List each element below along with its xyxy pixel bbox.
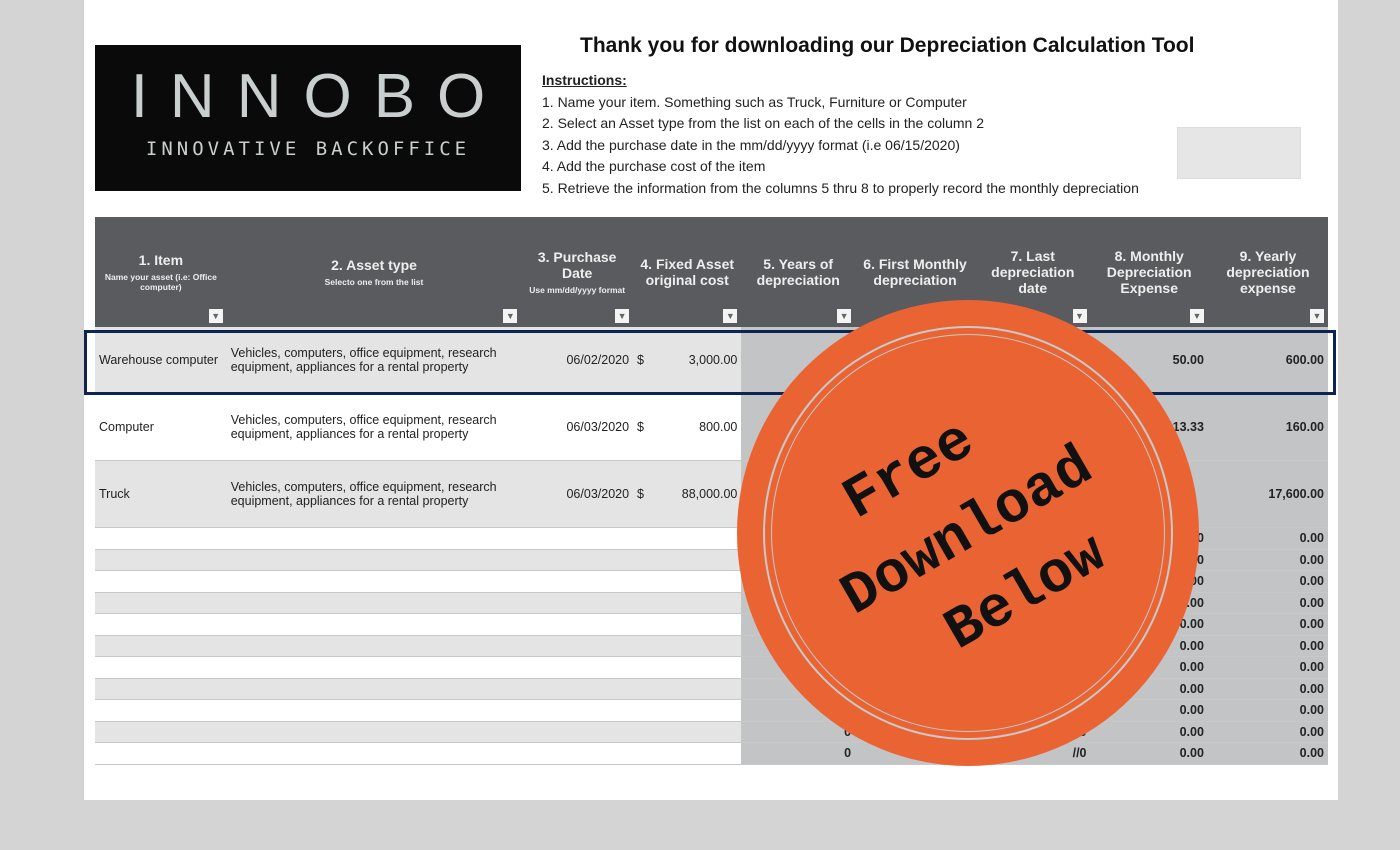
empty-cell[interactable]: [226, 721, 522, 743]
empty-cell[interactable]: [521, 549, 634, 571]
empty-cell[interactable]: [633, 678, 742, 700]
empty-cell[interactable]: [95, 570, 227, 593]
asset-type-cell[interactable]: Vehicles, computers, office equipment, r…: [226, 393, 522, 461]
empty-cell[interactable]: [226, 699, 522, 722]
column-header: 4. Fixed Asset original cost ▼: [633, 217, 742, 327]
empty-cell[interactable]: [226, 549, 522, 571]
empty-cell[interactable]: [521, 613, 634, 636]
empty-cell[interactable]: [633, 742, 742, 765]
table-row: 0//00.000.00: [95, 721, 1328, 743]
free-download-stamp[interactable]: Free Download Below: [737, 300, 1199, 766]
filter-dropdown-icon[interactable]: ▼: [1310, 309, 1324, 323]
filter-dropdown-icon[interactable]: ▼: [615, 309, 630, 323]
column-sublabel: Selecto one from the list: [324, 277, 424, 287]
table-row: 0//00.000.00: [95, 699, 1328, 722]
yearly-cell: 160.00: [1207, 393, 1328, 461]
filter-dropdown-icon[interactable]: ▼: [723, 309, 738, 323]
purchase-date-cell[interactable]: 06/03/2020: [521, 393, 634, 461]
empty-cell[interactable]: [95, 592, 227, 614]
empty-cell[interactable]: [633, 592, 742, 614]
column-sublabel: Use mm/dd/yyyy format: [529, 285, 626, 295]
column-header: 1. Item Name your asset (i.e: Office comp…: [95, 217, 227, 327]
empty-cell[interactable]: [521, 742, 634, 765]
empty-cell[interactable]: [95, 678, 227, 700]
item-cell[interactable]: Computer: [95, 393, 227, 461]
column-header: 3. Purchase Date Use mm/dd/yyyy format ▼: [521, 217, 634, 327]
currency: $: [637, 420, 644, 434]
empty-cell[interactable]: [521, 570, 634, 593]
yearly-cell: 0.00: [1207, 678, 1328, 700]
empty-cell[interactable]: [226, 613, 522, 636]
empty-cell[interactable]: [521, 656, 634, 679]
instruction-step: 3. Add the purchase date in the mm/dd/yy…: [542, 136, 960, 153]
empty-cell[interactable]: [226, 635, 522, 657]
item-cell[interactable]: Truck: [95, 460, 227, 528]
yearly-cell: 0.00: [1207, 721, 1328, 743]
filter-dropdown-icon[interactable]: ▼: [837, 309, 852, 323]
column-label: 3. Purchase Date: [537, 249, 617, 281]
empty-cell[interactable]: [521, 699, 634, 722]
yearly-cell: 0.00: [1207, 742, 1328, 765]
empty-cell[interactable]: [95, 527, 227, 550]
empty-cell[interactable]: [521, 527, 634, 550]
column-header: 5. Years of depreciation ▼: [741, 217, 856, 327]
yearly-cell: 0.00: [1207, 699, 1328, 722]
column-header: 9. Yearly depreciation expense ▼: [1207, 217, 1328, 327]
instruction-step: 1. Name your item. Something such as Tru…: [542, 93, 967, 110]
empty-cell[interactable]: [521, 635, 634, 657]
empty-cell[interactable]: [633, 613, 742, 636]
empty-cell[interactable]: [95, 699, 227, 722]
column-label: 1. Item: [138, 252, 184, 268]
empty-cell[interactable]: [226, 742, 522, 765]
empty-cell[interactable]: [226, 527, 522, 550]
yearly-cell: 0.00: [1207, 656, 1328, 679]
column-label: 4. Fixed Asset original cost: [640, 256, 735, 288]
filter-dropdown-icon[interactable]: ▼: [503, 309, 518, 323]
empty-cell[interactable]: [633, 656, 742, 679]
instruction-step: 2. Select an Asset type from the list on…: [542, 115, 985, 131]
monthly-cell: 0.00: [1090, 742, 1208, 765]
empty-cell[interactable]: [95, 635, 227, 657]
thumbnail-image: [1177, 127, 1301, 179]
empty-cell[interactable]: [226, 678, 522, 700]
column-header: 8. Monthly Depreciation Expense ▼: [1090, 217, 1208, 327]
empty-cell[interactable]: [95, 656, 227, 679]
logo: INNOBO INNOVATIVE BACKOFFICE: [95, 45, 521, 191]
filter-dropdown-icon[interactable]: ▼: [208, 309, 223, 323]
empty-cell[interactable]: [95, 549, 227, 571]
column-label: 9. Yearly depreciation expense: [1226, 248, 1310, 296]
empty-cell[interactable]: [521, 721, 634, 743]
empty-cell[interactable]: [521, 678, 634, 700]
instruction-step: 5. Retrieve the information from the col…: [542, 179, 1139, 196]
column-sublabel: Name your asset (i.e: Office computer): [104, 272, 217, 292]
empty-cell[interactable]: [95, 721, 227, 743]
empty-cell[interactable]: [633, 699, 742, 722]
empty-cell[interactable]: [95, 742, 227, 765]
purchase-date-cell[interactable]: 06/03/2020: [521, 460, 634, 528]
page-title: Thank you for downloading our Depreciati…: [580, 34, 1195, 57]
instruction-step: 4. Add the purchase cost of the item: [542, 158, 766, 174]
monthly-cell: 0.00: [1090, 721, 1208, 743]
empty-cell[interactable]: [226, 570, 522, 593]
empty-cell[interactable]: [226, 592, 522, 614]
column-label: 8. Monthly Depreciation Expense: [1106, 248, 1192, 296]
column-header: 2. Asset type Selecto one from the list ▼: [226, 217, 522, 327]
instructions: Instructions: 1. Name your item. Somethi…: [542, 70, 1139, 199]
column-label: 2. Asset type: [331, 257, 417, 273]
asset-type-cell[interactable]: Vehicles, computers, office equipment, r…: [226, 460, 522, 528]
empty-cell[interactable]: [95, 613, 227, 636]
empty-cell[interactable]: [633, 635, 742, 657]
table-row: 0//00.000.00: [95, 742, 1328, 765]
empty-cell[interactable]: [521, 592, 634, 614]
column-label: 5. Years of depreciation: [756, 256, 840, 288]
empty-cell[interactable]: [633, 721, 742, 743]
filter-dropdown-icon[interactable]: ▼: [1189, 309, 1204, 323]
empty-cell[interactable]: [226, 656, 522, 679]
currency: $: [637, 487, 644, 501]
